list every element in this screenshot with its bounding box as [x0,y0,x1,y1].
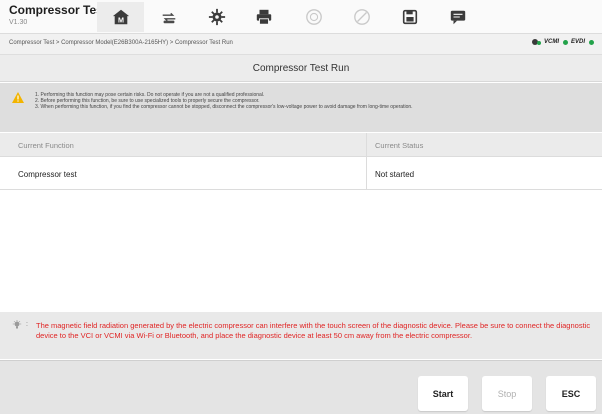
warning-icon [12,92,24,103]
evdi-status-icon [589,39,594,45]
message-button[interactable] [434,2,481,32]
print-button[interactable] [240,2,287,32]
column-divider [366,133,367,190]
table-header: Current Function Current Status [0,133,602,157]
save-button[interactable] [386,2,433,32]
printer-icon [256,9,271,25]
notice-separator: : [26,321,28,328]
vehicle-swap-button[interactable] [145,2,192,32]
help-button[interactable] [290,2,337,32]
page-title: Compressor Test Run [252,62,350,74]
app-title: Compressor Test [9,3,107,17]
svg-text:M: M [118,15,124,24]
column-header-status: Current Status [375,141,424,150]
warning-line-3: 3. When performing this function, if you… [35,104,413,110]
vci-connection-icon [531,39,541,45]
current-function-cell: Compressor test [18,170,77,179]
esc-button[interactable]: ESC [546,376,596,411]
lightbulb-icon [12,320,22,329]
vcmi-label: VCMI [543,39,559,45]
page-title-bar: Compressor Test Run [0,55,602,82]
home-icon: M [112,9,129,24]
content-area [0,191,602,311]
home-button[interactable]: M [97,2,144,32]
disabled-button[interactable] [338,2,385,32]
settings-button[interactable] [193,2,240,32]
breadcrumb: Compressor Test > Compressor Model(E26B3… [9,40,233,46]
table-row[interactable]: Compressor test Not started [0,158,602,190]
breadcrumb-bar: Compressor Test > Compressor Model(E26B3… [0,34,602,55]
notice-text: The magnetic field radiation generated b… [36,321,591,340]
save-icon [402,9,417,25]
vcmi-status-icon [562,39,568,45]
stop-button[interactable]: Stop [482,376,532,411]
warning-text: 1. Performing this function may pose cer… [35,92,595,110]
vehicle-swap-icon [162,12,175,24]
disabled-circle-icon [353,9,370,25]
start-button[interactable]: Start [418,376,468,411]
settings-icon [208,8,225,26]
evdi-label: EVDI [570,39,585,45]
bottom-action-bar: Start Stop ESC [0,360,602,414]
connection-status: VCMI EVDI [531,39,594,45]
notice-panel: : The magnetic field radiation generated… [0,312,602,359]
column-header-function: Current Function [18,141,74,150]
top-bar: Compressor Test V1.30 M [0,0,602,34]
current-status-cell: Not started [375,170,415,179]
message-icon [450,10,465,25]
app-version: V1.30 [9,19,28,26]
help-icon [305,9,322,25]
warning-panel: 1. Performing this function may pose cer… [0,83,602,132]
